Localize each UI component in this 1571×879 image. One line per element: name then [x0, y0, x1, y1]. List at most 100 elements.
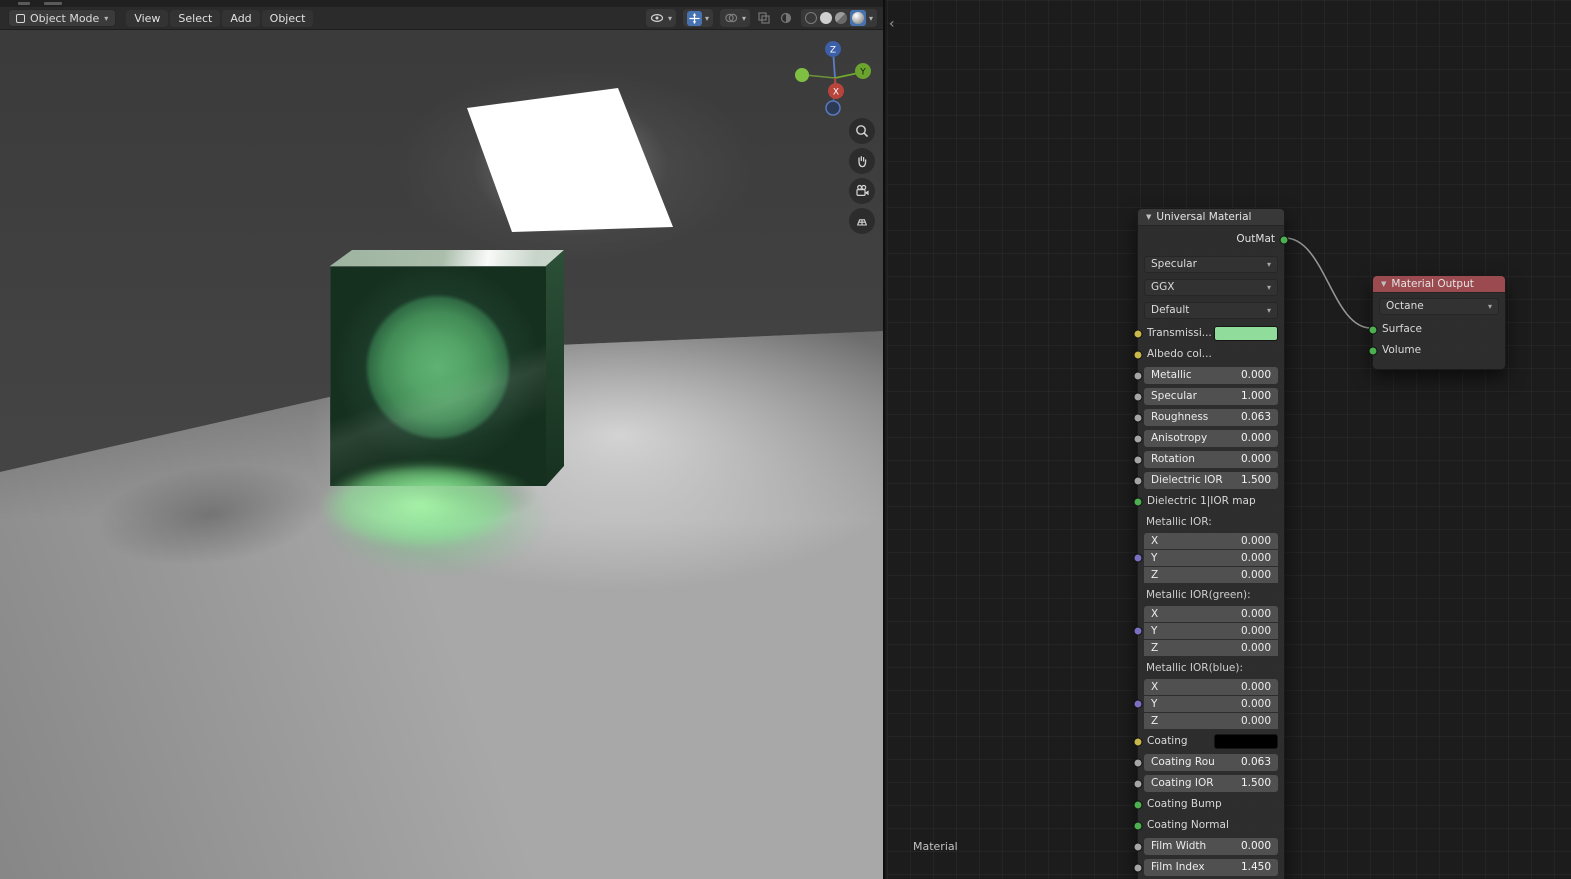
vector-component-y[interactable]: Y 0.000 [1144, 623, 1278, 639]
slider-label: Metallic [1151, 369, 1192, 381]
slider-value: 0.063 [1240, 411, 1271, 423]
section-heading-metallic-ior-blue: Metallic IOR(blue): [1146, 662, 1244, 674]
slider-value: 0.000 [1240, 369, 1271, 381]
material-output-header[interactable]: ▼ Material Output [1373, 276, 1505, 293]
shader-node-editor[interactable]: ‹ ▼ Universal Material OutMat Specular ▾ G… [887, 0, 1571, 879]
outmat-output-socket[interactable] [1279, 235, 1289, 244]
material-output-node[interactable]: ▼ Material Output Octane ▾ Surface Volume [1368, 275, 1506, 370]
renderer-dropdown[interactable]: Octane ▾ [1379, 298, 1499, 315]
vector-component-x[interactable]: X 0.000 [1144, 533, 1278, 549]
input-socket-transmissi[interactable] [1133, 329, 1143, 338]
vector-component-y[interactable]: Y 0.000 [1144, 696, 1278, 712]
input-socket-coating-rou[interactable] [1133, 758, 1143, 767]
universal-material-node[interactable]: ▼ Universal Material OutMat Specular ▾ GGX… [1133, 208, 1289, 879]
gizmo-icon [686, 10, 702, 26]
material-preview-icon[interactable] [834, 12, 847, 24]
cropped-menu-fragment [44, 2, 62, 5]
chevron-down-icon: ▾ [1487, 302, 1492, 311]
panel-expand-arrow[interactable]: ‹ [889, 16, 895, 32]
compositor-toggle-icon[interactable] [779, 11, 794, 26]
gizmo-dropdown[interactable]: ▾ [682, 9, 713, 27]
component-label: Y [1151, 698, 1158, 710]
slider-coating-ior[interactable]: Coating IOR 1.500 [1133, 775, 1278, 792]
node-title: Material Output [1391, 277, 1474, 290]
slider-film-index[interactable]: Film Index 1.450 [1133, 859, 1278, 876]
input-socket-coating[interactable] [1133, 737, 1143, 746]
chevron-down-icon: ▾ [1266, 283, 1271, 292]
collapse-triangle-icon[interactable]: ▼ [1146, 209, 1151, 226]
input-socket-coating-normal[interactable] [1133, 821, 1143, 830]
input-socket-volume[interactable] [1368, 346, 1378, 355]
viewport-header: Object Mode ▾ View Select Add Object ▾ ▾… [0, 7, 883, 30]
universal-material-header[interactable]: ▼ Universal Material [1138, 209, 1284, 226]
input-socket-specular[interactable] [1133, 392, 1143, 401]
input-label-coating-normal: Coating Normal [1133, 817, 1278, 834]
input-socket-dielectric-ior[interactable] [1133, 476, 1143, 485]
input-socket-metallic[interactable] [1133, 371, 1143, 380]
vector-component-x[interactable]: X 0.000 [1144, 679, 1278, 695]
pan-hand-button[interactable] [849, 148, 875, 174]
input-socket-film-width[interactable] [1133, 842, 1143, 851]
input-socket-anisotropy[interactable] [1133, 434, 1143, 443]
color-swatch[interactable] [1214, 326, 1278, 341]
outmat-output-row: OutMat [1144, 231, 1289, 248]
color-swatch[interactable] [1214, 734, 1278, 749]
rendered-shading-icon[interactable] [849, 10, 866, 26]
input-socket-roughness[interactable] [1133, 413, 1143, 422]
vector-component-z[interactable]: Z 0.000 [1144, 567, 1278, 583]
slider-dielectric-ior[interactable]: Dielectric IOR 1.500 [1133, 472, 1278, 489]
menu-add[interactable]: Add [222, 9, 260, 27]
overlays-dropdown[interactable]: ▾ [719, 9, 750, 27]
xray-toggle-icon[interactable] [757, 11, 772, 26]
slider-value: 0.000 [1240, 840, 1271, 852]
input-socket-rotation[interactable] [1133, 455, 1143, 464]
menu-view[interactable]: View [126, 9, 169, 27]
3d-viewport[interactable]: Object Mode ▾ View Select Add Object ▾ ▾… [0, 0, 885, 879]
slider-metallic[interactable]: Metallic 0.000 [1133, 367, 1278, 384]
gizmo-y-neg-axis[interactable] [795, 68, 809, 82]
vector-component-z[interactable]: Z 0.000 [1144, 713, 1278, 729]
wireframe-shading-icon[interactable] [804, 12, 817, 24]
menu-object[interactable]: Object [261, 9, 314, 27]
input-socket-film-index[interactable] [1133, 863, 1143, 872]
menu-select[interactable]: Select [170, 9, 221, 27]
zoom-button[interactable] [849, 118, 875, 144]
slider-label: Roughness [1151, 411, 1209, 423]
slider-anisotropy[interactable]: Anisotropy 0.000 [1133, 430, 1278, 447]
vector-component-z[interactable]: Z 0.000 [1144, 640, 1278, 656]
mode-selector[interactable]: Object Mode ▾ [8, 9, 117, 27]
shading-mode-group: ▾ [800, 9, 877, 27]
input-socket-surface[interactable] [1368, 325, 1378, 334]
input-socket-vector[interactable] [1133, 553, 1143, 563]
component-value: 0.000 [1240, 535, 1271, 547]
slider-coating-rou[interactable]: Coating Rou 0.063 [1133, 754, 1278, 771]
camera-view-button[interactable] [849, 178, 875, 204]
input-socket-vector[interactable] [1133, 699, 1143, 709]
visibility-dropdown[interactable]: ▾ [645, 9, 676, 27]
color-label: Coating [1147, 735, 1188, 747]
slider-film-width[interactable]: Film Width 0.000 [1133, 838, 1278, 855]
gizmo-z-neg-axis[interactable] [825, 100, 841, 116]
collapse-triangle-icon[interactable]: ▼ [1381, 276, 1386, 293]
dropdown-default[interactable]: Default ▾ [1144, 302, 1278, 319]
input-socket-coating-ior[interactable] [1133, 779, 1143, 788]
input-socket-dielectric-1-ior-map[interactable] [1133, 497, 1143, 506]
solid-shading-icon[interactable] [819, 12, 832, 24]
slider-roughness[interactable]: Roughness 0.063 [1133, 409, 1278, 426]
cropped-menu-fragment [18, 2, 30, 5]
slider-specular[interactable]: Specular 1.000 [1133, 388, 1278, 405]
dropdown-specular[interactable]: Specular ▾ [1144, 256, 1278, 273]
input-socket-albedo-col[interactable] [1133, 350, 1143, 359]
vector-component-y[interactable]: Y 0.000 [1144, 550, 1278, 566]
slider-label: Coating Rou [1151, 756, 1215, 768]
slider-value: 0.063 [1240, 756, 1271, 768]
dropdown-ggx[interactable]: GGX ▾ [1144, 279, 1278, 296]
input-socket-coating-bump[interactable] [1133, 800, 1143, 809]
vector-component-x[interactable]: X 0.000 [1144, 606, 1278, 622]
active-material-label: Material [913, 840, 958, 853]
slider-rotation[interactable]: Rotation 0.000 [1133, 451, 1278, 468]
navigation-gizmo[interactable]: Z Y X [793, 36, 877, 120]
grid-floor-button[interactable] [849, 208, 875, 234]
input-socket-vector[interactable] [1133, 626, 1143, 636]
slider-value: 0.000 [1240, 453, 1271, 465]
